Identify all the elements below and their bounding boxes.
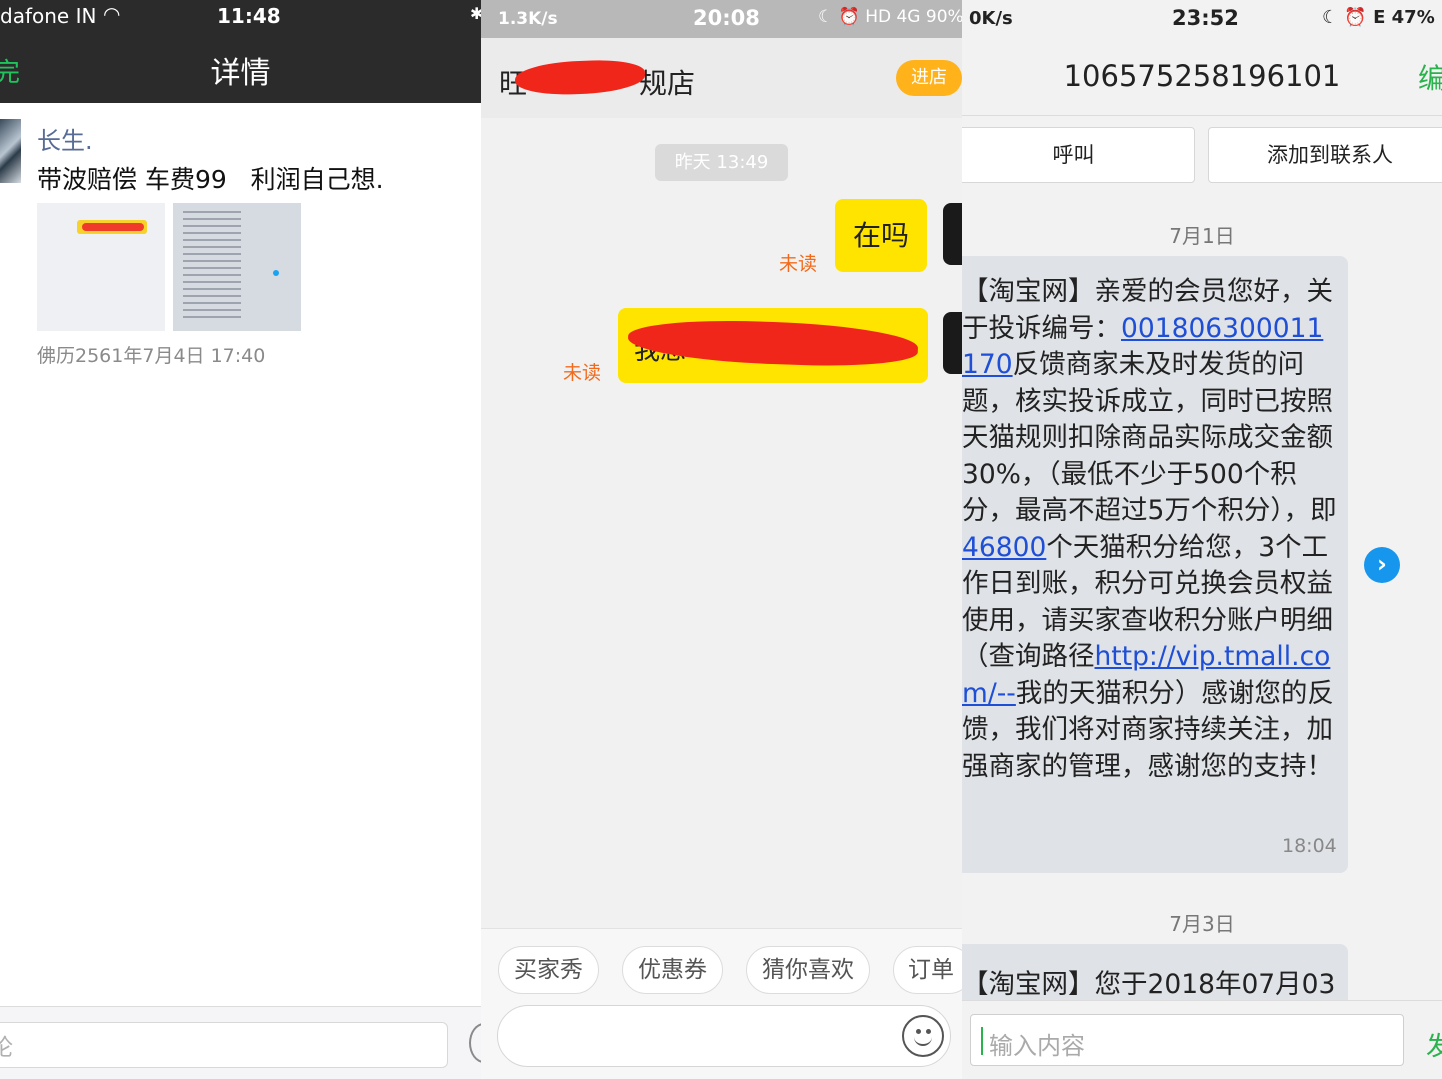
sms-header: 106575258196101 编 [962,38,1442,116]
smile-icon[interactable] [902,1015,944,1057]
quick-reply-coupon[interactable]: 优惠券 [622,946,723,994]
avatar[interactable] [943,312,962,374]
sms-outro: 我的天猫积分）感谢您的反馈，我们将对商家持续关注，加强商家的管理，感谢您的支持！ [962,677,1334,782]
comment-bar [0,1006,481,1079]
page-title: 详情 [210,56,271,91]
avatar[interactable] [943,203,962,265]
wifi-icon: ◠ [103,2,121,26]
post-timestamp: 佛历2561年7月4日 17:40 [37,345,266,367]
call-button[interactable]: 呼叫 [962,127,1195,183]
chat-header: 旺 规店 进店 [481,38,962,118]
send-button[interactable]: 发 [1426,1026,1442,1063]
sms-text: 【淘宝网】您于2018年07月03 [962,969,1336,1000]
date-divider: 7月1日 [1169,224,1235,248]
unread-status: 未读 [779,253,818,275]
thumbnail-text-lines [183,211,241,323]
sms-thread-panel: 0K/s 23:52 ☾ ⏰ E 47% 106575258196101 编 呼… [962,0,1442,1079]
network-speed: 0K/s [969,8,1013,29]
status-time: 23:52 [1172,6,1239,30]
comment-placeholder: 论 [0,1035,13,1061]
status-time: 11:48 [217,4,281,28]
quick-reply-recommend[interactable]: 猜你喜欢 [746,946,870,994]
smile-mouth [914,1035,932,1046]
sms-body-1: 反馈商家未及时发货的问题，核实投诉成立，同时已按照天猫规则扣除商品实际成交金额3… [962,349,1337,526]
chat-timestamp: 昨天 13:49 [655,144,788,181]
compose-placeholder: 输入内容 [989,1032,1085,1060]
author-name[interactable]: 长生. [37,121,93,156]
status-bar: 1.3K/s 20:08 ☾ ⏰ HD 4G 90% [481,0,962,38]
thumbnail-dot [273,270,279,276]
status-indicators: ☾ ⏰ E 47% [1322,7,1435,28]
shop-chat-panel: 1.3K/s 20:08 ☾ ⏰ HD 4G 90% 旺 规店 进店 昨天 13… [481,0,962,1079]
message-bubble[interactable]: 我想 能吗 [618,308,928,383]
sms-text: 【淘宝网】亲爱的会员您好，关于投诉编号：001806300011170反馈商家未… [962,274,1338,785]
edit-button[interactable]: 编 [1418,57,1442,97]
status-bar: 0K/s 23:52 ☾ ⏰ E 47% [962,0,1442,38]
quick-reply-order[interactable]: 订单 [893,946,962,994]
compose-bar: 输入内容 发 [962,1000,1442,1079]
quick-reply-buyer-show[interactable]: 买家秀 [498,946,599,994]
network-speed: 1.3K/s [498,9,558,29]
moments-detail-panel: dafone IN ◠ 11:48 ✱ 完 详情 长生. 带波赔偿 车费99 利… [0,0,481,1079]
enter-shop-button[interactable]: 进店 [896,60,962,96]
comment-input[interactable] [0,1022,448,1068]
sender-number: 106575258196101 [1063,59,1341,93]
bluetooth-icon: ✱ [470,4,481,23]
post-text: 带波赔偿 车费99 利润自己想. [37,165,384,194]
status-indicators: ☾ ⏰ HD 4G 90% [818,7,962,27]
message-bubble[interactable]: 在吗 [835,199,927,272]
points-link[interactable]: 46800 [962,532,1046,563]
thumbnail-redaction [82,223,144,231]
compose-input[interactable]: 输入内容 [970,1014,1404,1066]
quick-reply-bar: 买家秀 优惠券 猜你喜欢 订单 [481,928,962,1079]
sms-time: 18:04 [1282,835,1337,857]
text-caret [981,1027,983,1055]
date-divider: 7月3日 [1169,912,1235,936]
nav-bar: 完 详情 [0,32,481,103]
add-contact-button[interactable]: 添加到联系人 [1208,127,1442,183]
status-time: 20:08 [693,6,760,30]
message-input[interactable] [497,1005,951,1067]
image-thumbnail[interactable] [37,203,165,331]
image-thumbnail[interactable] [173,203,301,331]
unread-status: 未读 [563,362,602,384]
avatar[interactable] [0,119,21,183]
chevron-right-icon[interactable]: › [1364,547,1400,583]
carrier-label: dafone IN [0,4,97,28]
status-bar: dafone IN ◠ 11:48 ✱ [0,0,481,32]
